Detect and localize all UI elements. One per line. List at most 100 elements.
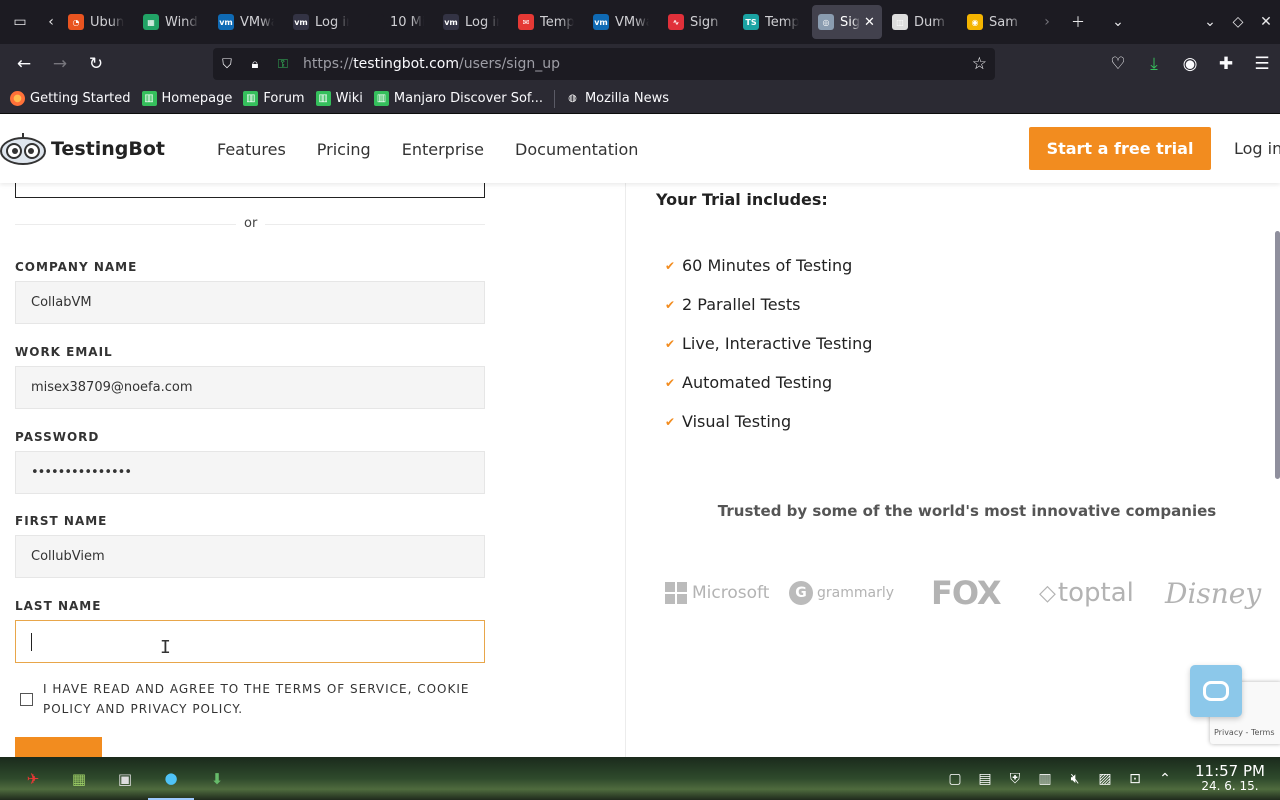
dumps-icon: ◫ [892,14,908,30]
bookmark-label: Homepage [161,91,233,106]
grammarly-logo-text: grammarly [817,585,895,601]
url-text[interactable]: https://testingbot.com/users/sign_up [303,56,560,72]
list-tabs-icon[interactable]: ⌄ [1098,0,1138,44]
browser-tab[interactable]: vm VMware [212,5,283,39]
bookmark-item[interactable]: ● Getting Started [10,91,131,106]
signup-submit-button[interactable] [15,737,102,757]
url-path: /users/sign_up [459,56,560,72]
chat-bubble-icon [1203,681,1229,701]
address-bar[interactable]: ⛉ 🔒︎ ⚿ https://testingbot.com/users/sign… [213,48,995,80]
terms-label[interactable]: I HAVE READ AND AGREE TO THE TERMS OF SE… [43,679,473,719]
nav-features[interactable]: Features [217,140,286,159]
bookmark-item[interactable]: ▥ Forum [243,91,305,106]
back-button[interactable]: ← [6,44,42,84]
os-taskbar: ✈ ▦ ▣ ● ⬇ ▢ ▤ ⛨ ▥ 🔇︎ ▨ ⊡ ⌃ 11:57 PM 24. … [0,757,1280,800]
terms-checkbox[interactable] [20,693,33,706]
window-icon[interactable]: ▢ [940,771,970,787]
trial-feature-text: Live, Interactive Testing [682,334,873,353]
browser-tab[interactable]: ◉ Sam [961,5,1032,39]
account-icon[interactable]: ◉ [1172,44,1208,84]
tab-overview-icon[interactable]: ▭ [0,0,40,44]
browser-tab[interactable]: ◔ Ubuntu [62,5,133,39]
trial-feature-text: Automated Testing [682,373,833,392]
shield-tray-icon[interactable]: ⛨ [1000,771,1030,787]
testingbot-logo[interactable]: TestingBot [0,132,165,166]
social-signup-button[interactable] [15,183,485,198]
site-header: TestingBot Features Pricing Enterprise D… [0,115,1280,183]
bookmark-item[interactable]: ▥ Homepage [141,91,233,106]
file-manager-icon[interactable]: ▦ [56,757,102,800]
browser-tab[interactable]: vm Log in [437,5,508,39]
volume-muted-icon[interactable]: 🔇︎ [1060,771,1090,787]
browser-tab[interactable]: ◎ Sign ✕ [812,5,882,39]
scroll-tabs-left-icon[interactable]: ‹ [40,0,62,44]
ubuntu-icon: ◔ [68,14,84,30]
page-scrollbar[interactable] [1275,231,1280,479]
chevron-down-icon[interactable]: ⌄ [1196,0,1224,44]
update-icon[interactable]: ⬇ [194,757,240,800]
password-input[interactable]: ••••••••••••••• [15,451,485,494]
scroll-tabs-right-icon[interactable]: › [1036,0,1058,44]
browser-tab[interactable]: TS Temp [737,5,808,39]
manjaro-icon: ▥ [141,91,157,106]
company-name-input[interactable]: CollabVM [15,281,485,324]
key-icon[interactable]: ⚿ [269,57,297,72]
page-content: or COMPANY NAME CollabVM WORK EMAIL mise… [0,183,1280,757]
bookmark-item[interactable]: ◍ Mozilla News [564,91,669,106]
tab-title: VMware [615,14,649,30]
bookmark-item[interactable]: ▥ Manjaro Discover Sof... [373,91,543,106]
download-icon[interactable]: ⤓ [1136,44,1172,84]
display-icon[interactable]: ▤ [970,771,1000,787]
tray-expand-icon[interactable]: ⌃ [1150,771,1180,787]
testingbot-icon: ◎ [818,14,834,30]
network-icon[interactable]: ⊡ [1120,771,1150,787]
lock-icon[interactable]: 🔒︎ [241,57,269,72]
bookmark-item[interactable]: ▥ Wiki [315,91,363,106]
company-logos: Microsoft G grammarly FOX ◇ toptal Disne… [665,573,1280,613]
shield-icon[interactable]: ⛉ [213,57,241,72]
browser-taskbar-icon[interactable]: ● [148,757,194,800]
login-link[interactable]: Log in [1234,139,1280,158]
close-window-icon[interactable]: ✕ [1252,0,1280,44]
browser-tab[interactable]: ◫ Dum [886,5,957,39]
first-name-input[interactable]: CollubViem [15,535,485,578]
tab-title: Sign [690,14,719,30]
browser-tab[interactable]: ✉ Temp [512,5,583,39]
new-tab-icon[interactable]: ＋ [1058,0,1098,44]
start-free-trial-button[interactable]: Start a free trial [1029,127,1211,170]
browser-tab[interactable]: 10 Minute [362,5,433,39]
app-launcher-icon[interactable]: ✈ [10,757,56,800]
clock[interactable]: 11:57 PM 24. 6. 15. [1180,761,1280,794]
trial-feature-item: ✔ Live, Interactive Testing [665,334,872,353]
last-name-label: LAST NAME [15,599,102,613]
disney-logo-text: Disney [1165,576,1262,610]
browser-tab[interactable]: ▦ Windows [137,5,208,39]
recaptcha-terms[interactable]: Privacy - Terms [1214,728,1275,737]
fox-logo-text: FOX [931,574,1002,612]
grammarly-g-icon: G [789,581,813,605]
save-icon[interactable]: ▨ [1090,771,1120,787]
vm-icon: vm [443,14,459,30]
forward-button[interactable]: → [42,44,78,84]
nav-pricing[interactable]: Pricing [317,140,371,159]
clipboard-icon[interactable]: ▥ [1030,771,1060,787]
work-email-input[interactable]: misex38709@noefa.com [15,366,485,409]
browser-tab[interactable]: vm Log in [287,5,358,39]
browser-tab[interactable]: ∿ Sign [662,5,733,39]
diamond-icon[interactable]: ◇ [1224,0,1252,44]
browser-tab[interactable]: vm VMware [587,5,658,39]
chrome-icon: ◉ [967,14,983,30]
nav-documentation[interactable]: Documentation [515,140,638,159]
pocket-icon[interactable]: ♡ [1100,44,1136,84]
chat-widget-button[interactable] [1190,665,1242,717]
close-tab-icon[interactable]: ✕ [864,15,875,30]
robot-logo-icon [0,133,46,165]
bookmark-star-icon[interactable]: ☆ [972,54,987,74]
menu-icon[interactable]: ☰ [1244,44,1280,84]
last-name-input[interactable] [15,620,485,663]
reload-button[interactable]: ↻ [78,44,114,84]
extensions-icon[interactable]: ✚ [1208,44,1244,84]
clock-time: 11:57 PM [1195,761,1265,780]
nav-enterprise[interactable]: Enterprise [402,140,484,159]
terminal-icon[interactable]: ▣ [102,757,148,800]
